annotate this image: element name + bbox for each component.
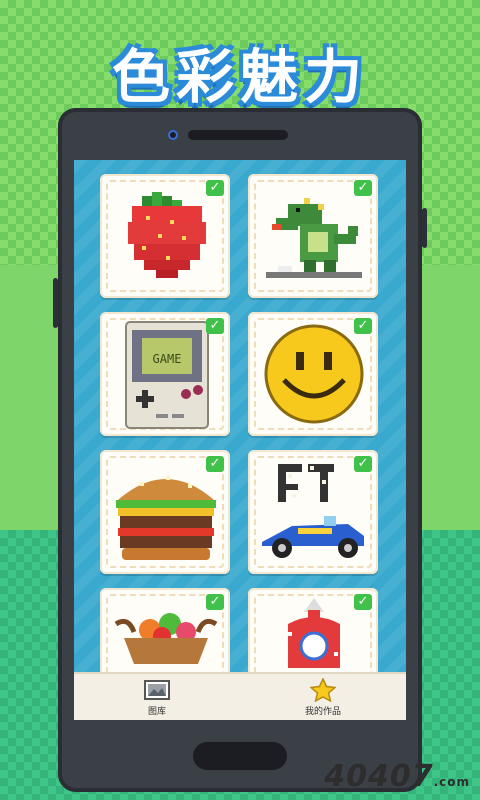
gallery-item-smiley[interactable]: ✓ <box>248 312 378 436</box>
gallery-item-burger[interactable]: ✓ <box>100 450 230 574</box>
gallery-icon <box>144 680 170 700</box>
completed-check-icon: ✓ <box>354 180 372 196</box>
phone-speaker <box>188 130 288 140</box>
tab-gallery[interactable]: 图库 <box>74 674 240 720</box>
phone-side-button-left <box>53 278 58 328</box>
completed-check-icon: ✓ <box>354 318 372 334</box>
phone-camera <box>168 130 178 140</box>
completed-check-icon: ✓ <box>206 318 224 334</box>
gallery-item-dinosaur[interactable]: ✓ <box>248 174 378 298</box>
phone-frame: ✓ ✓ GAME ✓ ✓ ✓ ✓ ✓ ✓ 图库 我的作品 <box>53 108 427 792</box>
phone-home-button[interactable] <box>193 742 287 770</box>
console-screen-text: GAME <box>153 352 182 366</box>
completed-check-icon: ✓ <box>206 456 224 472</box>
bottom-tab-bar: 图库 我的作品 <box>74 672 406 720</box>
gallery-item-strawberry[interactable]: ✓ <box>100 174 230 298</box>
gallery-item-game-console[interactable]: GAME ✓ <box>100 312 230 436</box>
tab-my-works-label: 我的作品 <box>304 707 341 717</box>
promo-title: 色彩魅力 <box>111 43 368 111</box>
completed-check-icon: ✓ <box>206 594 224 610</box>
phone-side-button-right <box>422 208 427 248</box>
site-watermark: 40407.com <box>324 759 470 794</box>
gallery-item-race-car[interactable]: ✓ <box>248 450 378 574</box>
completed-check-icon: ✓ <box>354 456 372 472</box>
star-icon <box>310 678 336 702</box>
completed-check-icon: ✓ <box>354 594 372 610</box>
completed-check-icon: ✓ <box>206 180 224 196</box>
app-screen: ✓ ✓ GAME ✓ ✓ ✓ ✓ ✓ ✓ 图库 我的作品 <box>74 160 406 720</box>
tab-gallery-label: 图库 <box>147 707 166 717</box>
tab-my-works[interactable]: 我的作品 <box>240 674 406 720</box>
